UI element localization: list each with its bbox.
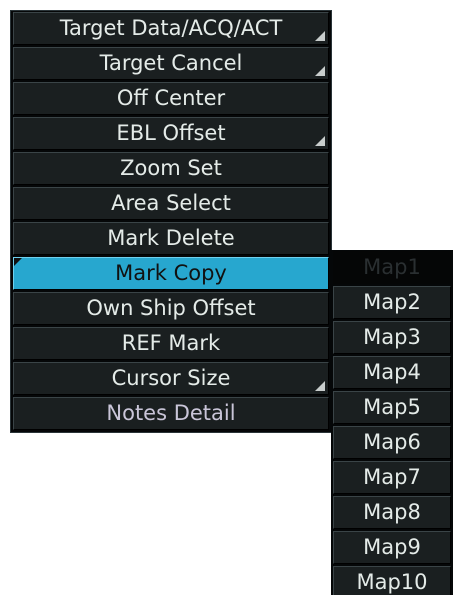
map-item-5[interactable]: Map5: [333, 391, 451, 424]
map-item-1: Map1: [333, 251, 451, 284]
menu-item-own-ship-offset[interactable]: Own Ship Offset: [13, 292, 329, 325]
map-item-9[interactable]: Map9: [333, 531, 451, 564]
map-item-label: Map9: [363, 535, 421, 559]
submenu-arrow-icon: [315, 136, 325, 146]
menu-item-ebl-offset[interactable]: EBL Offset: [13, 117, 329, 150]
menu-item-notes-detail[interactable]: Notes Detail: [13, 397, 329, 430]
menu-item-label: Target Cancel: [99, 51, 243, 75]
menu-item-label: Zoom Set: [120, 156, 222, 180]
active-corner-icon: [14, 258, 22, 266]
map-item-2[interactable]: Map2: [333, 286, 451, 319]
map-submenu: Map1 Map2 Map3 Map4 Map5 Map6 Map7 Map8 …: [331, 250, 453, 595]
map-item-label: Map5: [363, 395, 421, 419]
context-menu: Target Data/ACQ/ACT Target Cancel Off Ce…: [10, 10, 332, 433]
menu-item-ref-mark[interactable]: REF Mark: [13, 327, 329, 360]
menu-item-mark-copy[interactable]: Mark Copy: [13, 257, 329, 290]
menu-item-label: Mark Delete: [107, 226, 235, 250]
map-item-4[interactable]: Map4: [333, 356, 451, 389]
map-item-label: Map2: [363, 290, 421, 314]
map-item-label: Map7: [363, 465, 421, 489]
menu-item-label: REF Mark: [121, 331, 221, 355]
menu-item-zoom-set[interactable]: Zoom Set: [13, 152, 329, 185]
menu-item-cursor-size[interactable]: Cursor Size: [13, 362, 329, 395]
map-item-10[interactable]: Map10: [333, 566, 451, 595]
map-item-7[interactable]: Map7: [333, 461, 451, 494]
map-item-label: Map1: [363, 255, 421, 279]
menu-item-mark-delete[interactable]: Mark Delete: [13, 222, 329, 255]
map-item-label: Map8: [363, 500, 421, 524]
submenu-arrow-icon: [315, 66, 325, 76]
menu-item-off-center[interactable]: Off Center: [13, 82, 329, 115]
submenu-arrow-icon: [315, 381, 325, 391]
map-item-8[interactable]: Map8: [333, 496, 451, 529]
menu-item-label: Area Select: [111, 191, 231, 215]
submenu-arrow-icon: [315, 31, 325, 41]
map-item-label: Map3: [363, 325, 421, 349]
menu-item-area-select[interactable]: Area Select: [13, 187, 329, 220]
menu-item-label: Cursor Size: [111, 366, 231, 390]
menu-item-label: Own Ship Offset: [86, 296, 256, 320]
menu-item-label: Notes Detail: [106, 401, 236, 425]
menu-item-label: Mark Copy: [115, 261, 227, 285]
menu-item-label: EBL Offset: [116, 121, 226, 145]
map-item-3[interactable]: Map3: [333, 321, 451, 354]
map-item-label: Map4: [363, 360, 421, 384]
map-item-label: Map10: [356, 570, 428, 594]
menu-item-target-cancel[interactable]: Target Cancel: [13, 47, 329, 80]
map-item-6[interactable]: Map6: [333, 426, 451, 459]
map-item-label: Map6: [363, 430, 421, 454]
menu-item-target-data[interactable]: Target Data/ACQ/ACT: [13, 12, 329, 45]
menu-item-label: Off Center: [116, 86, 226, 110]
menu-item-label: Target Data/ACQ/ACT: [59, 16, 283, 40]
